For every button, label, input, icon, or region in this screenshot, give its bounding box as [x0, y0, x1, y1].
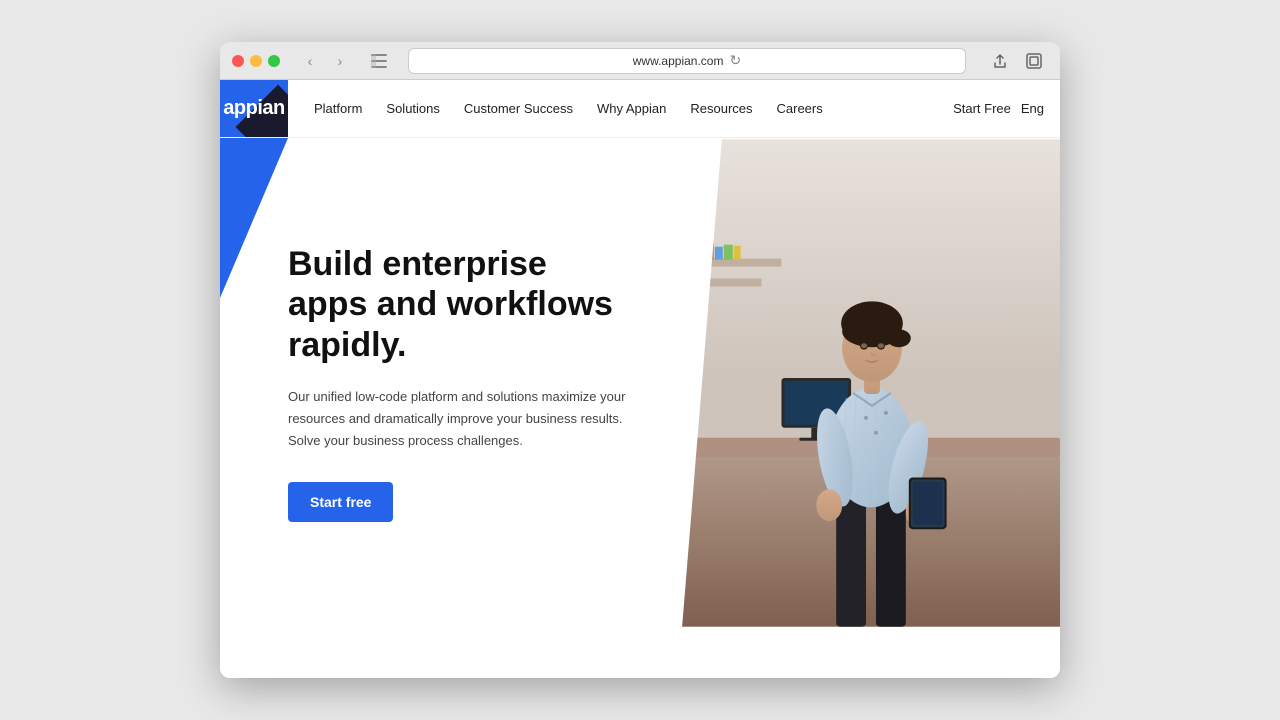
website-content: appian Platform Solutions Customer Succe… — [220, 80, 1060, 678]
minimize-button[interactable] — [250, 55, 262, 67]
hero-image — [682, 138, 1060, 628]
hero-image-area — [682, 138, 1060, 628]
nav-careers[interactable]: Careers — [767, 93, 833, 124]
browser-titlebar: ‹ › www.appian.com ↻ — [220, 42, 1060, 80]
maximize-button[interactable] — [268, 55, 280, 67]
forward-button[interactable]: › — [326, 50, 354, 72]
address-bar[interactable]: www.appian.com ↻ — [408, 48, 966, 74]
hero-illustration — [682, 138, 1060, 628]
hero-section: Build enterprise apps and workflows rapi… — [220, 138, 1060, 628]
browser-window: ‹ › www.appian.com ↻ — [220, 42, 1060, 678]
share-button[interactable] — [986, 50, 1014, 72]
start-free-nav-link[interactable]: Start Free — [953, 101, 1011, 116]
footer-spacer — [220, 628, 1060, 678]
main-nav: Platform Solutions Customer Success Why … — [288, 80, 937, 137]
browser-nav-buttons: ‹ › — [296, 50, 354, 72]
navbar: appian Platform Solutions Customer Succe… — [220, 80, 1060, 138]
hero-subtitle: Our unified low-code platform and soluti… — [288, 386, 632, 452]
start-free-button[interactable]: Start free — [288, 482, 393, 522]
browser-actions — [986, 50, 1048, 72]
traffic-lights — [232, 55, 280, 67]
back-button[interactable]: ‹ — [296, 50, 324, 72]
appian-logo: appian — [223, 97, 284, 120]
nav-platform[interactable]: Platform — [304, 93, 372, 124]
nav-why-appian[interactable]: Why Appian — [587, 93, 676, 124]
logo-container[interactable]: appian — [220, 80, 288, 137]
tabs-button[interactable] — [1020, 50, 1048, 72]
nav-resources[interactable]: Resources — [680, 93, 762, 124]
language-selector[interactable]: Eng — [1021, 101, 1044, 116]
hero-left-content: Build enterprise apps and workflows rapi… — [220, 138, 682, 628]
navbar-right: Start Free Eng — [937, 80, 1060, 137]
close-button[interactable] — [232, 55, 244, 67]
reload-button[interactable]: ↻ — [729, 52, 741, 69]
url-text: www.appian.com — [633, 54, 724, 68]
nav-solutions[interactable]: Solutions — [376, 93, 449, 124]
hero-title: Build enterprise apps and workflows rapi… — [288, 244, 632, 366]
sidebar-button[interactable] — [366, 51, 392, 71]
nav-customer-success[interactable]: Customer Success — [454, 93, 583, 124]
